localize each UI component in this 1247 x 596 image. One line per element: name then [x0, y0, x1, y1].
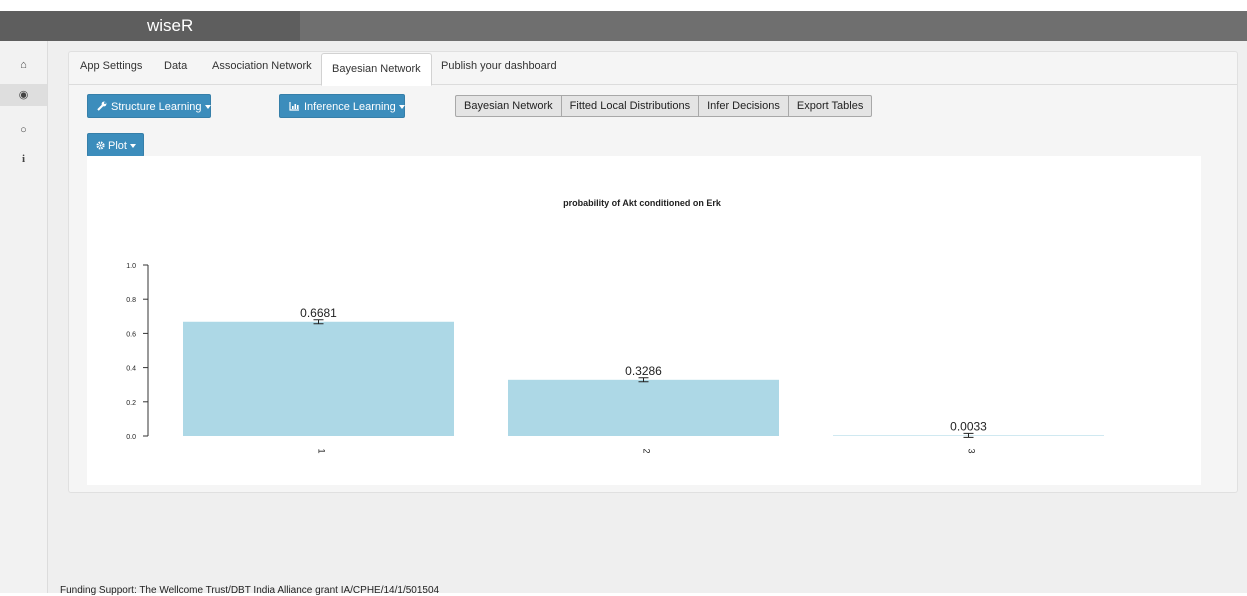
inference-learning-button[interactable]: Inference Learning: [279, 94, 405, 118]
y-tick-label: 0.0: [126, 434, 136, 441]
bar-chart-icon: [289, 102, 299, 111]
y-tick-label: 0.8: [126, 297, 136, 304]
globe-icon[interactable]: ◉: [0, 84, 47, 106]
x-axis: 1 2 3: [317, 448, 977, 453]
structure-learning-label: Structure Learning: [111, 101, 202, 113]
home-icon[interactable]: ⌂: [0, 54, 47, 76]
tab-panel: App Settings Data Association Network Ba…: [68, 51, 1238, 493]
tab-association-network[interactable]: Association Network: [212, 60, 312, 72]
chevron-down-icon: [398, 105, 405, 110]
bar: [508, 379, 779, 436]
x-tick-label: 1: [317, 448, 327, 453]
info-icon[interactable]: i: [0, 148, 47, 170]
view-button-group: Bayesian Network Fitted Local Distributi…: [455, 95, 873, 117]
tab-data[interactable]: Data: [164, 60, 187, 72]
data-label: 0.0033: [950, 419, 987, 433]
funding-footer: Funding Support: The Wellcome Trust/DBT …: [60, 585, 440, 596]
infer-decisions-button[interactable]: Infer Decisions: [698, 95, 789, 117]
data-label: 0.6681: [300, 306, 337, 320]
tab-bayesian-network[interactable]: Bayesian Network: [321, 53, 432, 86]
data-label: 0.3286: [625, 364, 662, 378]
main-content: App Settings Data Association Network Ba…: [48, 41, 1247, 593]
sidebar: ⌂ ◉ ○ i: [0, 41, 48, 593]
wrench-icon: [97, 101, 107, 111]
x-tick-label: 2: [642, 448, 652, 453]
bars: 0.6681 0.3286 0.0033: [183, 306, 1104, 438]
y-tick-label: 0.2: [126, 400, 136, 407]
y-tick-label: 0.6: [126, 331, 136, 338]
bar: [183, 321, 454, 436]
y-axis: 0.0 0.2 0.4 0.6 0.8 1.0: [126, 263, 149, 441]
inference-learning-label: Inference Learning: [304, 101, 396, 113]
brand-area: wiseR: [0, 11, 300, 41]
y-tick-label: 1.0: [126, 263, 136, 270]
x-tick-label: 3: [967, 448, 977, 453]
fitted-local-distributions-button[interactable]: Fitted Local Distributions: [560, 95, 700, 117]
conditional-probability-chart: probability of Akt conditioned on Erk 0.…: [126, 198, 1104, 454]
chevron-down-icon: [129, 144, 136, 149]
y-tick-label: 0.4: [126, 366, 136, 373]
tab-publish-dashboard[interactable]: Publish your dashboard: [441, 60, 557, 72]
chevron-down-icon: [204, 105, 211, 110]
chart-title: probability of Akt conditioned on Erk: [563, 198, 722, 208]
plot-button[interactable]: Plot: [87, 133, 144, 157]
bayesian-network-view-button[interactable]: Bayesian Network: [455, 95, 562, 117]
tab-bar: App Settings Data Association Network Ba…: [69, 52, 1237, 86]
gear-icon: [96, 141, 105, 150]
top-navbar: wiseR: [0, 11, 1247, 41]
tab-app-settings[interactable]: App Settings: [80, 60, 142, 72]
export-tables-button[interactable]: Export Tables: [787, 95, 873, 117]
structure-learning-button[interactable]: Structure Learning: [87, 94, 211, 118]
github-icon[interactable]: ○: [0, 119, 47, 141]
app-brand[interactable]: wiseR: [147, 16, 193, 36]
plot-area: probability of Akt conditioned on Erk 0.…: [87, 156, 1201, 485]
plot-label: Plot: [108, 140, 127, 152]
